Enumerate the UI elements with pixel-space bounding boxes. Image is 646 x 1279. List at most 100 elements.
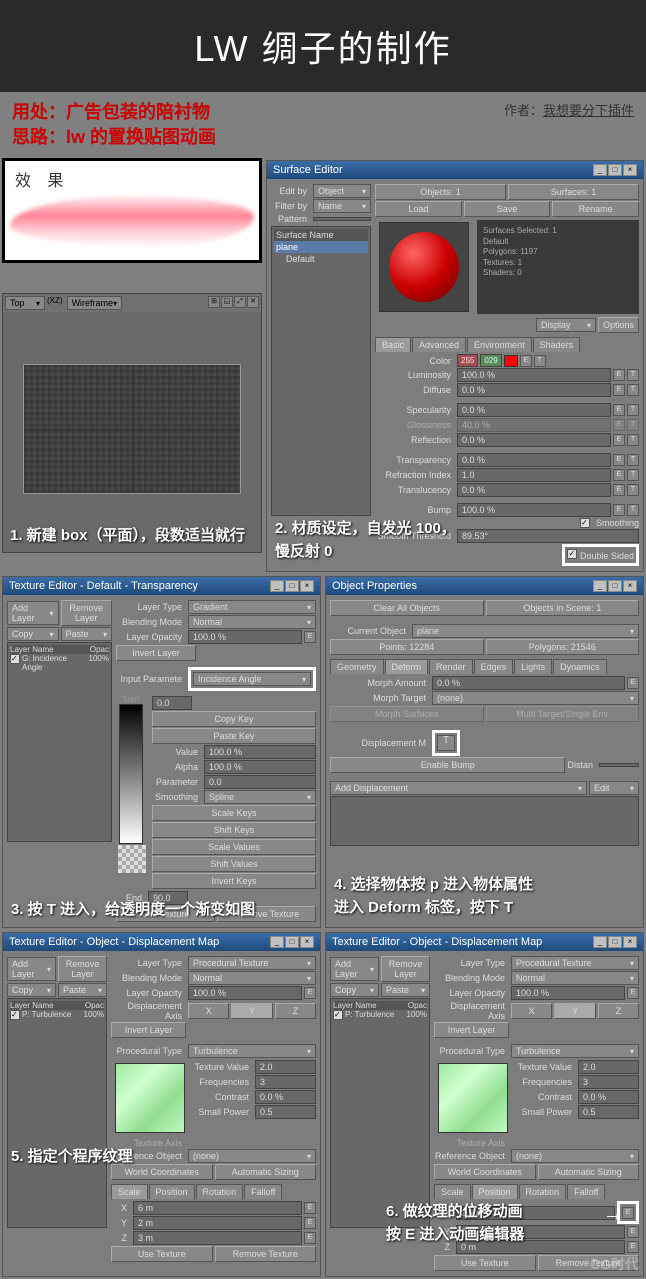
tt-max-icon[interactable]: □ — [285, 580, 299, 592]
morph-e-icon[interactable]: E — [627, 677, 639, 689]
load-button[interactable]: Load — [375, 201, 462, 217]
color-r[interactable]: 255 — [457, 354, 478, 367]
add-displacement-drop[interactable]: Add Displacement — [330, 781, 587, 795]
rename-button[interactable]: Rename — [552, 201, 639, 217]
diff-t-icon[interactable]: T — [627, 384, 639, 396]
displacement-list[interactable] — [330, 796, 639, 846]
shift-keys-btn[interactable]: Shift Keys — [152, 822, 316, 838]
td1-world-coords-btn[interactable]: World Coordinates — [111, 1164, 213, 1180]
td1-smpower-input[interactable]: 0.5 — [255, 1105, 316, 1119]
td1-opacity-input[interactable]: 100.0 % — [188, 986, 302, 1000]
td1-vis-check[interactable] — [10, 1010, 20, 1020]
pattern-input[interactable] — [313, 217, 371, 221]
save-button[interactable]: Save — [464, 201, 551, 217]
td1-y-input[interactable]: 2 m — [133, 1216, 302, 1230]
tab-basic[interactable]: Basic — [375, 337, 411, 352]
td1-invert-btn[interactable]: Invert Layer — [111, 1022, 186, 1038]
td1-layer-type-drop[interactable]: Procedural Texture — [188, 956, 316, 970]
td1-opac-e[interactable]: E — [304, 987, 316, 999]
td2-ref-obj-drop[interactable]: (none) — [511, 1149, 639, 1163]
vp-icon-2[interactable]: ◱ — [221, 296, 233, 308]
td1-z-input[interactable]: 3 m — [133, 1231, 302, 1245]
td2-opac-e[interactable]: E — [627, 987, 639, 999]
color-t-icon[interactable]: T — [534, 355, 546, 367]
options-button[interactable]: Options — [598, 317, 639, 333]
td1-tex-val-input[interactable]: 2.0 — [255, 1060, 316, 1074]
refl-e-icon[interactable]: E — [613, 434, 625, 446]
layer-tree[interactable]: Layer NameOpac G: Incidence Angle100% — [7, 642, 112, 842]
smoothing-drop[interactable]: Spline — [204, 790, 316, 804]
td2-tab-falloff[interactable]: Falloff — [567, 1184, 605, 1199]
color-swatch[interactable] — [504, 355, 518, 367]
refr-e-icon[interactable]: E — [613, 469, 625, 481]
minimize-icon[interactable]: _ — [593, 164, 607, 176]
scale-keys-btn[interactable]: Scale Keys — [152, 805, 316, 821]
distan-input[interactable] — [599, 763, 639, 767]
td1-auto-sizing-btn[interactable]: Automatic Sizing — [215, 1164, 317, 1180]
td2-axis-x[interactable]: X — [511, 1003, 552, 1019]
edit-drop[interactable]: Edit — [589, 781, 639, 795]
opac-e-icon[interactable]: E — [304, 631, 316, 643]
td2-tab-rotation[interactable]: Rotation — [519, 1184, 567, 1199]
smoothing-check[interactable] — [580, 518, 590, 528]
paste-key-btn[interactable]: Paste Key — [152, 728, 316, 744]
filterby-drop[interactable]: Name — [313, 199, 371, 213]
td1-close-icon[interactable]: × — [300, 936, 314, 948]
td2-remove-layer[interactable]: Remove Layer — [381, 956, 430, 982]
tab-advanced[interactable]: Advanced — [412, 337, 466, 352]
transl-e-icon[interactable]: E — [613, 484, 625, 496]
td1-use-texture[interactable]: Use Texture — [111, 1246, 213, 1262]
double-sided-check[interactable] — [567, 549, 577, 559]
tab-edges[interactable]: Edges — [474, 659, 514, 674]
refl-t-icon[interactable]: T — [627, 434, 639, 446]
blending-drop[interactable]: Normal — [188, 615, 316, 629]
td2-close-icon[interactable]: × — [623, 936, 637, 948]
opacity-input[interactable]: 100.0 % — [188, 630, 302, 644]
author-link[interactable]: 我想要分下插件 — [543, 103, 634, 118]
copy-drop[interactable]: Copy — [7, 627, 59, 641]
start-input[interactable]: 0.0 — [152, 696, 192, 710]
specularity-input[interactable]: 0.0 % — [457, 403, 611, 417]
td1-x-e[interactable]: E — [304, 1202, 316, 1214]
value-input[interactable]: 100.0 % — [204, 745, 316, 759]
spec-t-icon[interactable]: T — [627, 404, 639, 416]
morph-target-drop[interactable]: (none) — [432, 691, 639, 705]
bump-input[interactable]: 100.0 % — [457, 503, 611, 517]
td2-blending-drop[interactable]: Normal — [511, 971, 639, 985]
vp-icon-3[interactable]: ⤢ — [234, 296, 246, 308]
td2-copy[interactable]: Copy — [330, 983, 379, 997]
vp-icon-1[interactable]: ⊞ — [208, 296, 220, 308]
paste-drop[interactable]: Paste — [61, 627, 113, 641]
gradient-strip[interactable] — [119, 704, 143, 844]
shift-values-btn[interactable]: Shift Values — [152, 856, 316, 872]
lum-e-icon[interactable]: E — [613, 369, 625, 381]
td2-axis-y[interactable]: Y — [554, 1003, 595, 1019]
op-close-icon[interactable]: × — [623, 580, 637, 592]
diffuse-input[interactable]: 0.0 % — [457, 383, 611, 397]
td1-tree[interactable]: Layer NameOpac P: Turbulence100% — [7, 998, 107, 1228]
td1-remove-layer[interactable]: Remove Layer — [58, 956, 107, 982]
td2-x-e[interactable]: E — [622, 1207, 634, 1219]
trans-e-icon[interactable]: E — [613, 454, 625, 466]
scale-values-btn[interactable]: Scale Values — [152, 839, 316, 855]
parameter-input[interactable]: 0.0 — [204, 775, 316, 789]
td2-tree[interactable]: Layer NameOpac P: Turbulence100% — [330, 998, 430, 1228]
td2-z-e[interactable]: E — [627, 1241, 639, 1253]
viewport-top-drop[interactable]: Top — [5, 296, 45, 310]
tab-dynamics[interactable]: Dynamics — [553, 659, 607, 674]
td2-tab-scale[interactable]: Scale — [434, 1184, 471, 1199]
maximize-icon[interactable]: □ — [608, 164, 622, 176]
tab-geometry[interactable]: Geometry — [330, 659, 384, 674]
add-layer-drop[interactable]: Add Layer — [7, 601, 59, 625]
td1-blending-drop[interactable]: Normal — [188, 971, 316, 985]
td1-min-icon[interactable]: _ — [270, 936, 284, 948]
td2-freq-input[interactable]: 3 — [578, 1075, 639, 1089]
refr-t-icon[interactable]: T — [627, 469, 639, 481]
color-e-icon[interactable]: E — [520, 355, 532, 367]
td1-z-e[interactable]: E — [304, 1232, 316, 1244]
enable-bump-btn[interactable]: Enable Bump — [330, 757, 565, 773]
editby-drop[interactable]: Object — [313, 184, 371, 198]
lum-t-icon[interactable]: T — [627, 369, 639, 381]
td2-use-texture[interactable]: Use Texture — [434, 1255, 536, 1271]
td1-axis-x[interactable]: X — [188, 1003, 229, 1019]
